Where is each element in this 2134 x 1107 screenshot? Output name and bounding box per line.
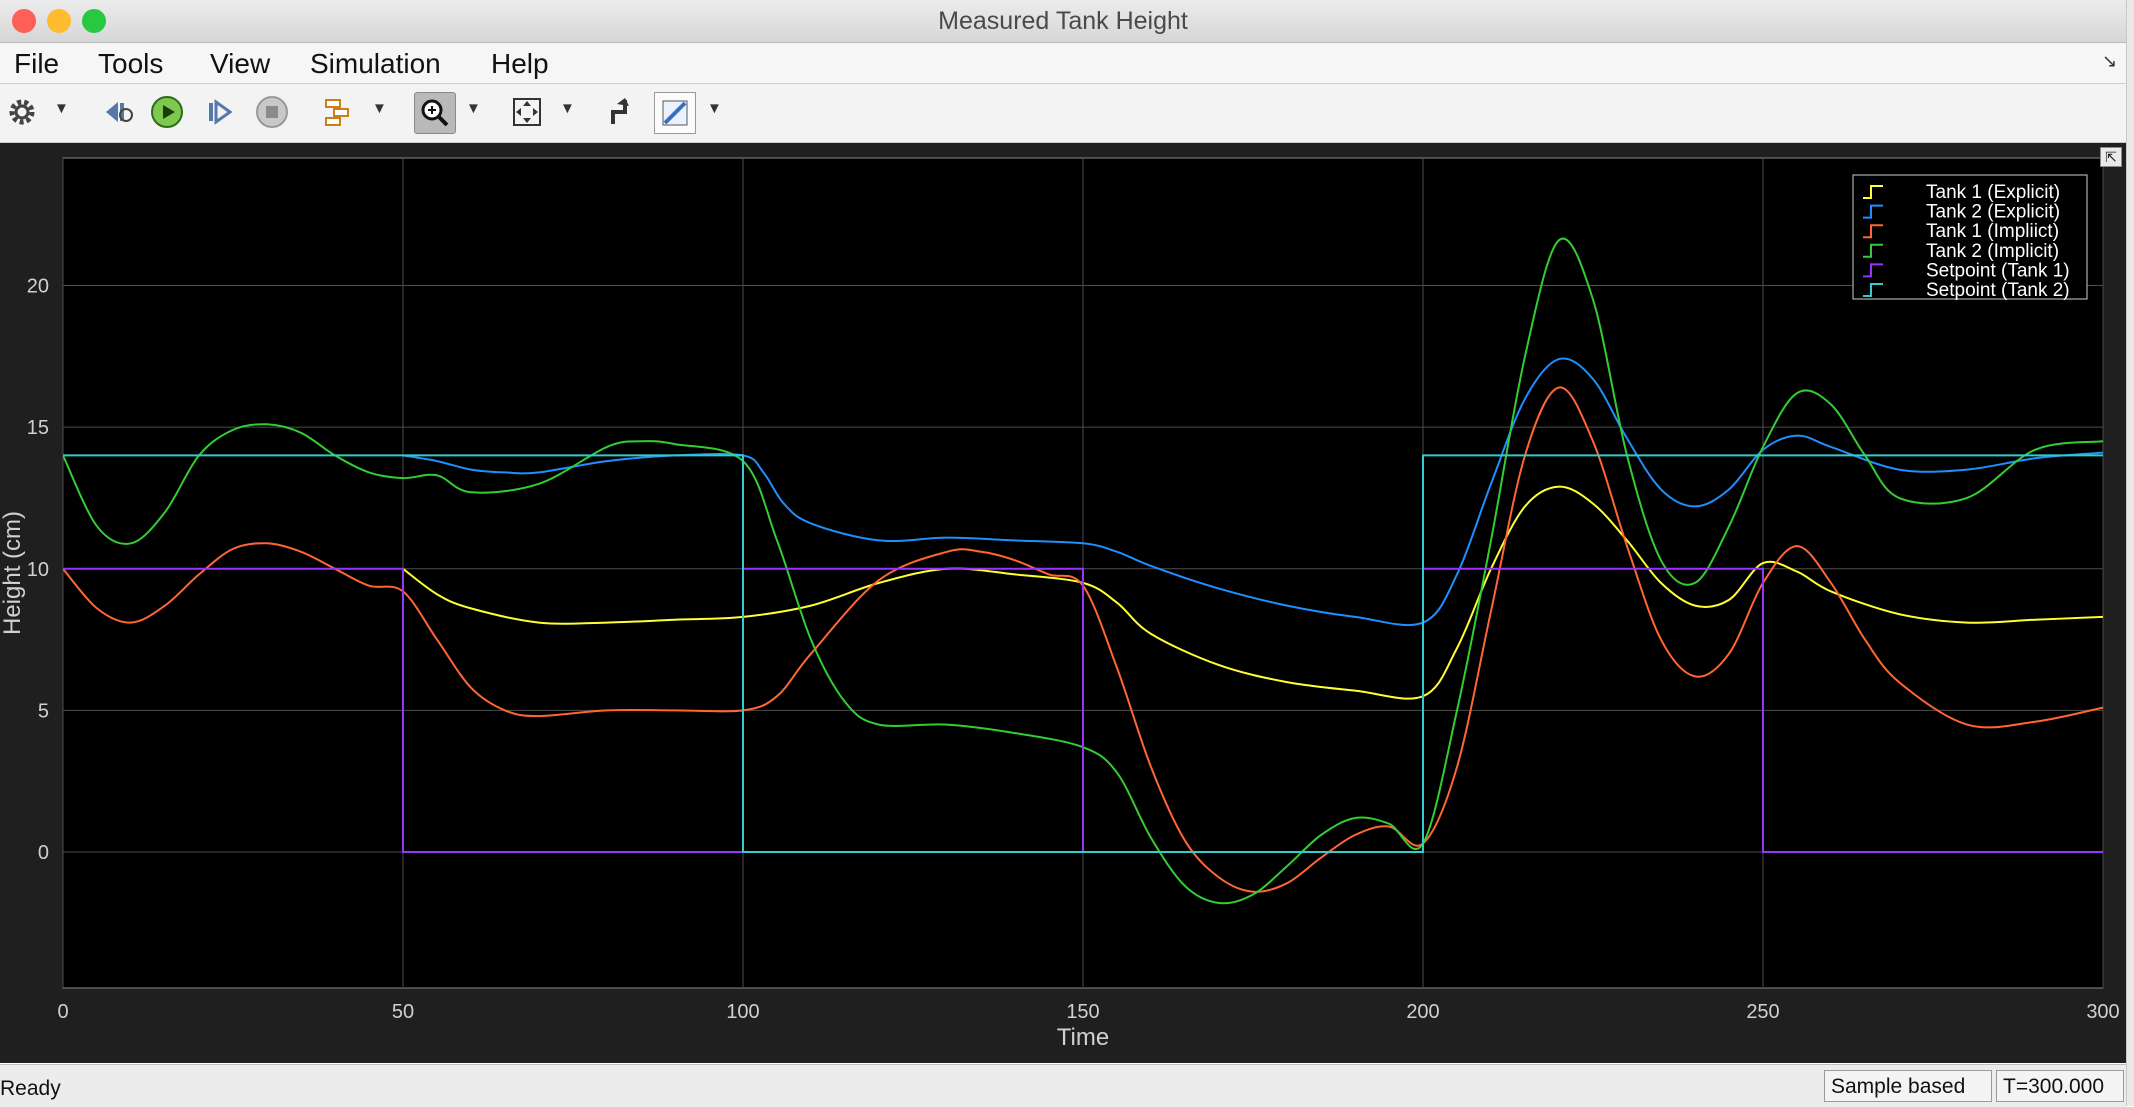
tank-height-chart: 0 50 100 150 200 250 300 0 5 10 15 20 Time Height (cm… (0, 157, 2120, 1051)
y-axis-label: Height (cm) (0, 511, 26, 635)
x-tick-label: 50 (392, 1001, 414, 1023)
zoom-in-icon[interactable] (414, 92, 456, 134)
status-text: Ready (0, 1077, 61, 1100)
fit-dropdown-icon[interactable]: ▼ (560, 100, 575, 117)
fit-to-view-icon[interactable] (507, 92, 547, 132)
x-tick-label: 300 (2086, 1001, 2119, 1023)
step-forward-icon[interactable] (199, 92, 239, 132)
menu-view[interactable]: View (210, 48, 270, 80)
sample-mode-indicator: Sample based (1824, 1070, 1992, 1102)
legend-label: Tank 2 (Implicit) (1926, 241, 2059, 262)
menu-file[interactable]: File (14, 48, 59, 80)
x-axis-label: Time (1057, 1024, 1109, 1051)
scope-plot-area: 0 50 100 150 200 250 300 0 5 10 15 20 Time Height (cm… (0, 143, 2126, 1063)
y-tick-label: 15 (27, 417, 49, 439)
legend-label: Setpoint (Tank 2) (1926, 280, 2070, 301)
triggers-icon[interactable] (602, 92, 642, 132)
measurements-dropdown-icon[interactable]: ▼ (707, 100, 722, 117)
stop-icon[interactable] (252, 92, 292, 132)
settings-dropdown-icon[interactable]: ▼ (54, 100, 69, 117)
y-tick-label: 0 (38, 842, 49, 864)
gear-icon[interactable] (2, 92, 42, 132)
undock-arrow-icon[interactable]: ↘ (2102, 51, 2117, 72)
window-titlebar: Measured Tank Height (0, 0, 2126, 43)
run-icon[interactable] (147, 92, 187, 132)
legend-label: Tank 1 (Explicit) (1926, 182, 2060, 203)
legend-label: Setpoint (Tank 1) (1926, 260, 2070, 281)
step-back-icon[interactable] (98, 92, 138, 132)
signal-selector-icon[interactable] (318, 92, 358, 132)
toolbar: ▼ ▼ ▼ ▼ ▼ (0, 84, 2126, 143)
menu-help[interactable]: Help (491, 48, 549, 80)
window-title: Measured Tank Height (938, 7, 1188, 35)
simulation-time-indicator: T=300.000 (1996, 1070, 2124, 1102)
x-tick-label: 200 (1406, 1001, 1439, 1023)
y-tick-label: 10 (27, 559, 49, 581)
y-tick-label: 20 (27, 275, 49, 297)
legend-label: Tank 2 (Explicit) (1926, 202, 2060, 223)
menu-tools[interactable]: Tools (98, 48, 163, 80)
zoom-dropdown-icon[interactable]: ▼ (466, 100, 481, 117)
status-bar: Ready Sample based T=300.000 (0, 1064, 2126, 1107)
x-tick-label: 150 (1066, 1001, 1099, 1023)
legend-label: Tank 1 (Impliict) (1926, 221, 2059, 242)
signal-selector-dropdown-icon[interactable]: ▼ (372, 100, 387, 117)
maximize-axes-icon[interactable]: ⇱ (2100, 147, 2122, 167)
menu-bar: File Tools View Simulation Help ↘ (0, 43, 2126, 84)
x-tick-label: 250 (1746, 1001, 1779, 1023)
y-tick-label: 5 (38, 700, 49, 722)
x-tick-label: 0 (57, 1001, 68, 1023)
menu-simulation[interactable]: Simulation (310, 48, 441, 80)
x-tick-label: 100 (726, 1001, 759, 1023)
measurements-icon[interactable] (654, 92, 696, 134)
window-right-edge (2126, 0, 2134, 1106)
